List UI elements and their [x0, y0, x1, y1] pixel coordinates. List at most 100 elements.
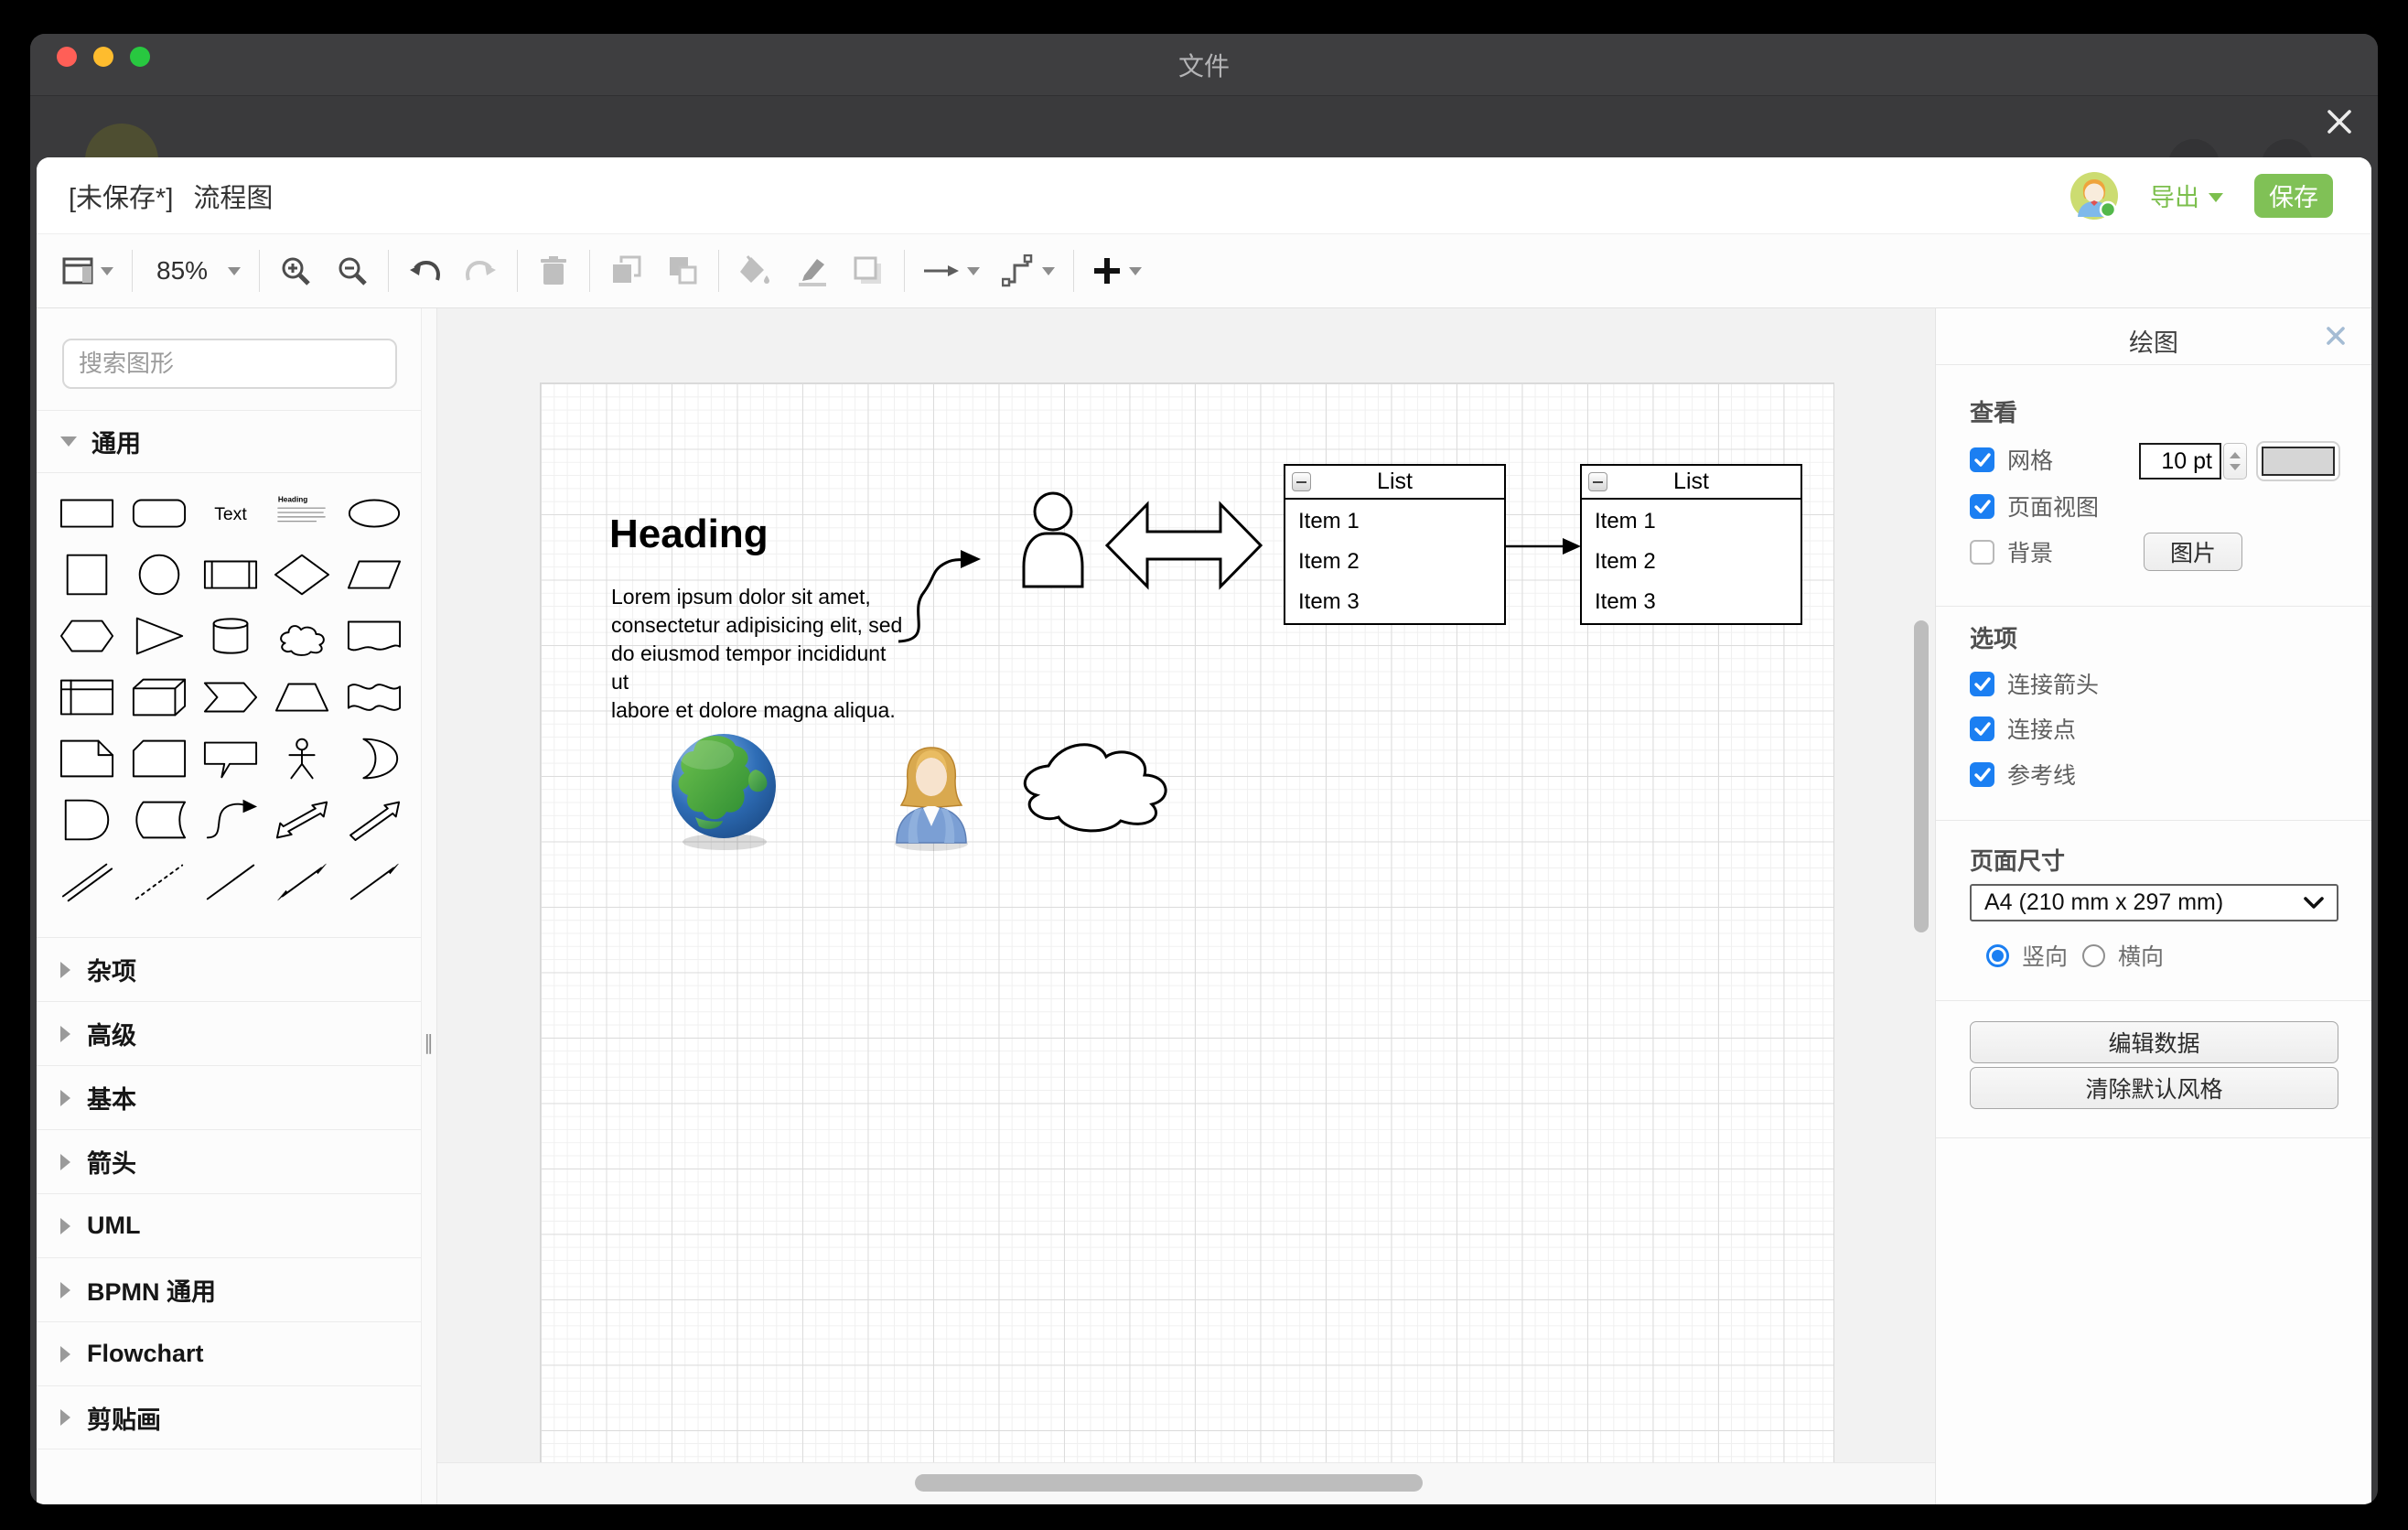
- shape-double-line[interactable]: [51, 850, 123, 911]
- user-avatar[interactable]: [2069, 171, 2119, 221]
- shape-cube[interactable]: [123, 666, 194, 727]
- clear-default-style-button[interactable]: 清除默认风格: [1970, 1067, 2338, 1109]
- shape-rounded-rectangle[interactable]: [123, 482, 194, 544]
- connection-points-checkbox[interactable]: [1970, 717, 1994, 741]
- sidebar-category-剪贴画[interactable]: 剪贴画: [37, 1385, 421, 1449]
- sidebar-category-BPMN 通用[interactable]: BPMN 通用: [37, 1257, 421, 1321]
- background-image-button[interactable]: 图片: [2144, 533, 2242, 571]
- canvas-globe-clipart[interactable]: [668, 729, 783, 852]
- shape-dotted-line[interactable]: [123, 850, 194, 911]
- shape-step[interactable]: [195, 666, 266, 727]
- shape-diamond[interactable]: [266, 544, 338, 605]
- shape-card[interactable]: [123, 727, 194, 789]
- export-button[interactable]: 导出: [2150, 178, 2223, 213]
- sidebar-category-杂项[interactable]: 杂项: [37, 937, 421, 1001]
- shape-data-storage[interactable]: [123, 789, 194, 850]
- shape-internal-storage[interactable]: [51, 666, 123, 727]
- collapse-icon[interactable]: [1292, 472, 1311, 491]
- shape-circle[interactable]: [123, 544, 194, 605]
- shape-square[interactable]: [51, 544, 123, 605]
- background-checkbox[interactable]: [1970, 540, 1994, 565]
- shape-arrow[interactable]: [339, 789, 410, 850]
- shape-trapezoid[interactable]: [266, 666, 338, 727]
- list-item[interactable]: Item 1: [1595, 509, 1801, 549]
- close-icon[interactable]: [2323, 105, 2356, 138]
- shape-curve[interactable]: [195, 789, 266, 850]
- search-input[interactable]: [64, 350, 400, 378]
- delete-button[interactable]: [536, 248, 571, 294]
- shape-cloud[interactable]: [266, 605, 338, 666]
- stepper-down-icon[interactable]: [2230, 464, 2241, 470]
- canvas-person-shape[interactable]: [1019, 491, 1087, 588]
- shape-line[interactable]: [195, 850, 266, 911]
- grid-size-input[interactable]: [2139, 443, 2221, 479]
- zoom-out-button[interactable]: [335, 248, 370, 294]
- connection-arrows-checkbox[interactable]: [1970, 672, 1994, 696]
- canvas-connector-arrow[interactable]: [1506, 535, 1581, 557]
- shape-rectangle[interactable]: [51, 482, 123, 544]
- list-item[interactable]: Item 3: [1298, 589, 1504, 630]
- zoom-level-dropdown[interactable]: 85%: [151, 248, 241, 294]
- shape-hexagon[interactable]: [51, 605, 123, 666]
- shape-text[interactable]: Text: [195, 482, 266, 544]
- panel-close-icon[interactable]: [2325, 325, 2347, 347]
- canvas-list-shape[interactable]: List Item 1 Item 2 Item 3: [1284, 464, 1506, 625]
- grid-size-stepper[interactable]: [2223, 443, 2247, 479]
- stepper-up-icon[interactable]: [2230, 452, 2241, 458]
- shape-parallelogram[interactable]: [339, 544, 410, 605]
- sidebar-category-高级[interactable]: 高级: [37, 1001, 421, 1065]
- sidebar-section-general[interactable]: 通用: [37, 410, 421, 473]
- portrait-radio[interactable]: [1986, 944, 2009, 967]
- shape-and[interactable]: [51, 789, 123, 850]
- save-button[interactable]: 保存: [2254, 174, 2333, 218]
- shape-or[interactable]: [339, 727, 410, 789]
- list-item[interactable]: Item 2: [1298, 549, 1504, 589]
- waypoint-style-button[interactable]: [1002, 248, 1055, 294]
- sidebar-category-Flowchart[interactable]: Flowchart: [37, 1321, 421, 1385]
- grid-color-swatch[interactable]: [2256, 441, 2340, 481]
- list-item[interactable]: Item 2: [1595, 549, 1801, 589]
- shape-actor[interactable]: [266, 727, 338, 789]
- canvas-curve-arrow[interactable]: [893, 539, 994, 647]
- sidebar-resize-gutter[interactable]: ∥: [421, 308, 437, 1504]
- canvas-woman-clipart[interactable]: [887, 740, 975, 852]
- insert-button[interactable]: [1092, 248, 1142, 294]
- horizontal-scrollbar-thumb[interactable]: [915, 1474, 1423, 1492]
- grid-checkbox[interactable]: [1970, 447, 1994, 472]
- guides-checkbox[interactable]: [1970, 762, 1994, 787]
- shape-process[interactable]: [195, 544, 266, 605]
- shape-document[interactable]: [339, 605, 410, 666]
- connection-arrow-style-button[interactable]: [923, 248, 980, 294]
- list-item[interactable]: Item 1: [1298, 509, 1504, 549]
- shape-triangle[interactable]: [123, 605, 194, 666]
- to-front-button[interactable]: [608, 248, 643, 294]
- format-panel-toggle-button[interactable]: [62, 248, 113, 294]
- undo-button[interactable]: [407, 248, 442, 294]
- sidebar-resize-handle[interactable]: ∥: [423, 1031, 435, 1055]
- shape-cylinder[interactable]: [195, 605, 266, 666]
- shape-thin-arrow[interactable]: [339, 850, 410, 911]
- page-size-select[interactable]: A4 (210 mm x 297 mm): [1970, 884, 2338, 921]
- canvas-list-shape[interactable]: List Item 1 Item 2 Item 3: [1580, 464, 1802, 625]
- landscape-radio[interactable]: [2082, 944, 2105, 967]
- shape-tape[interactable]: [339, 666, 410, 727]
- fill-color-button[interactable]: [737, 248, 772, 294]
- line-color-button[interactable]: [794, 248, 829, 294]
- to-back-button[interactable]: [665, 248, 700, 294]
- edit-data-button[interactable]: 编辑数据: [1970, 1021, 2338, 1063]
- shape-bidirectional-arrow[interactable]: [266, 789, 338, 850]
- list-item[interactable]: Item 3: [1595, 589, 1801, 630]
- diagram-canvas[interactable]: Heading Lorem ipsum dolor sit amet, cons…: [437, 308, 1935, 1504]
- shape-ellipse[interactable]: [339, 482, 410, 544]
- zoom-in-button[interactable]: [278, 248, 313, 294]
- canvas-heading-text[interactable]: Heading: [609, 512, 769, 557]
- canvas-cloud-shape[interactable]: [1005, 718, 1179, 842]
- shadow-button[interactable]: [851, 248, 886, 294]
- canvas-double-arrow-shape[interactable]: [1105, 491, 1263, 599]
- collapse-icon[interactable]: [1588, 472, 1607, 491]
- canvas-paragraph-text[interactable]: Lorem ipsum dolor sit amet, consectetur …: [611, 583, 904, 725]
- shape-note[interactable]: [51, 727, 123, 789]
- shape-callout[interactable]: [195, 727, 266, 789]
- shape-bidirectional-thin-arrow[interactable]: [266, 850, 338, 911]
- horizontal-scrollbar-track[interactable]: [437, 1462, 1935, 1504]
